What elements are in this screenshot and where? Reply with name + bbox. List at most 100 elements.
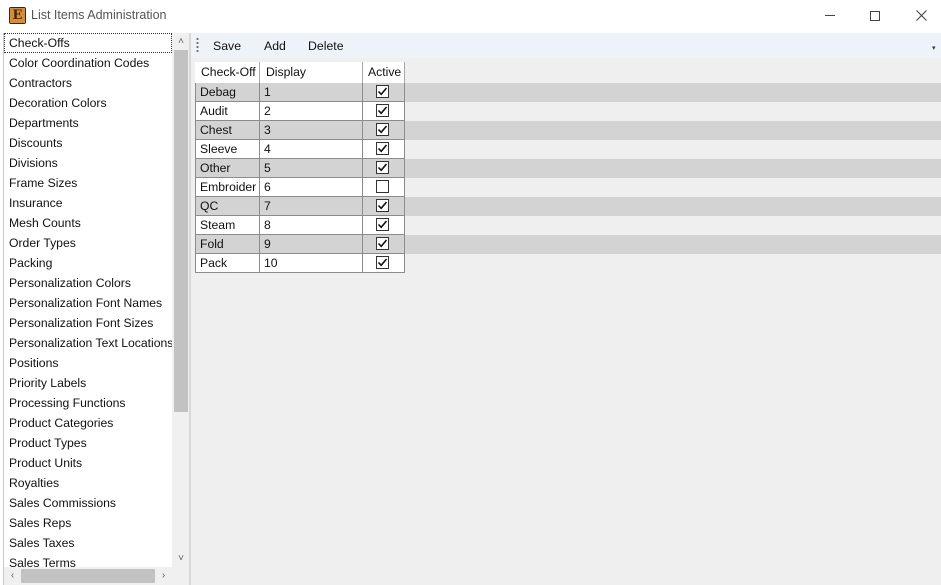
table-row[interactable]: Other 5 (195, 159, 941, 178)
list-item[interactable]: Divisions (4, 153, 172, 173)
table-row[interactable]: Chest 3 (195, 121, 941, 140)
list-item[interactable]: Personalization Colors (4, 273, 172, 293)
active-checkbox[interactable] (376, 180, 389, 193)
list-item[interactable]: Product Categories (4, 413, 172, 433)
active-checkbox[interactable] (376, 256, 389, 269)
active-cell[interactable] (363, 140, 405, 159)
list-item[interactable]: Mesh Counts (4, 213, 172, 233)
active-checkbox[interactable] (376, 218, 389, 231)
active-checkbox[interactable] (376, 104, 389, 117)
maximize-button[interactable] (852, 0, 898, 31)
list-item[interactable]: Product Units (4, 453, 172, 473)
display-sequence-cell[interactable]: 2 (260, 102, 363, 121)
check-off-cell[interactable]: Other (195, 159, 260, 178)
list-item[interactable]: Processing Functions (4, 393, 172, 413)
table-row[interactable]: Steam 8 (195, 216, 941, 235)
list-item[interactable]: Positions (4, 353, 172, 373)
check-off-cell[interactable]: Audit (195, 102, 260, 121)
display-sequence-cell[interactable]: 5 (260, 159, 363, 178)
list-item[interactable]: Discounts (4, 133, 172, 153)
table-row[interactable]: Sleeve 4 (195, 140, 941, 159)
add-button[interactable]: Add (261, 37, 289, 55)
active-cell[interactable] (363, 197, 405, 216)
column-header-display-sequence[interactable]: Display Sequence (260, 62, 363, 99)
active-checkbox[interactable] (376, 161, 389, 174)
scroll-right-icon[interactable]: › (155, 567, 172, 585)
display-sequence-cell[interactable]: 8 (260, 216, 363, 235)
active-checkbox[interactable] (376, 85, 389, 98)
active-cell[interactable] (363, 216, 405, 235)
table-row[interactable]: Pack 10 (195, 254, 941, 273)
delete-button[interactable]: Delete (305, 37, 347, 55)
check-off-cell[interactable]: Debag (195, 83, 260, 102)
save-button[interactable]: Save (210, 37, 244, 55)
display-sequence-cell[interactable]: 10 (260, 254, 363, 273)
active-cell[interactable] (363, 254, 405, 273)
display-sequence-cell[interactable]: 3 (260, 121, 363, 140)
toolbar-overflow-icon[interactable]: ▾ (932, 45, 936, 53)
column-header-active[interactable]: Active (363, 62, 405, 83)
list-item[interactable]: Sales Commissions (4, 493, 172, 513)
horizontal-scroll-thumb[interactable] (21, 569, 155, 583)
vertical-scroll-thumb[interactable] (174, 50, 188, 412)
list-item[interactable]: Royalties (4, 473, 172, 493)
table-row[interactable]: Embroider 6 (195, 178, 941, 197)
check-off-cell[interactable]: Steam (195, 216, 260, 235)
list-item[interactable]: Sales Reps (4, 513, 172, 533)
list-item[interactable]: Personalization Font Sizes (4, 313, 172, 333)
check-off-cell[interactable]: Pack (195, 254, 260, 273)
active-checkbox[interactable] (376, 142, 389, 155)
active-cell[interactable] (363, 178, 405, 197)
active-cell[interactable] (363, 159, 405, 178)
row-filler (405, 102, 941, 121)
check-off-cell[interactable]: Embroider (195, 178, 260, 197)
list-item[interactable]: Departments (4, 113, 172, 133)
check-off-cell[interactable]: QC (195, 197, 260, 216)
list-item[interactable]: Insurance (4, 193, 172, 213)
check-off-cell[interactable]: Chest (195, 121, 260, 140)
table-row[interactable]: Audit 2 (195, 102, 941, 121)
list-item[interactable]: Packing (4, 253, 172, 273)
list-item[interactable]: Personalization Text Locations (4, 333, 172, 353)
toolbar-grip-icon[interactable] (196, 37, 199, 54)
column-header-check-off[interactable]: Check-Off (195, 62, 260, 83)
list-item[interactable]: Frame Sizes (4, 173, 172, 193)
list-item[interactable]: Sales Taxes (4, 533, 172, 553)
row-filler (405, 121, 941, 140)
list-item[interactable]: Contractors (4, 73, 172, 93)
details-panel: Save Add Delete ▾ Check-Off Display Sequ… (191, 33, 941, 585)
list-item[interactable]: Priority Labels (4, 373, 172, 393)
check-off-cell[interactable]: Fold (195, 235, 260, 254)
active-checkbox[interactable] (376, 123, 389, 136)
display-sequence-cell[interactable]: 9 (260, 235, 363, 254)
active-cell[interactable] (363, 83, 405, 102)
scroll-down-icon[interactable]: ˅ (172, 550, 190, 567)
list-item[interactable]: Color Coordination Codes (4, 53, 172, 73)
active-cell[interactable] (363, 121, 405, 140)
list-item[interactable]: Personalization Font Names (4, 293, 172, 313)
display-sequence-cell[interactable]: 7 (260, 197, 363, 216)
table-row[interactable]: Fold 9 (195, 235, 941, 254)
minimize-button[interactable] (807, 0, 853, 31)
table-row[interactable]: Debag 1 (195, 83, 941, 102)
close-button[interactable] (898, 0, 941, 31)
list-item[interactable]: Decoration Colors (4, 93, 172, 113)
list-item[interactable]: Product Types (4, 433, 172, 453)
horizontal-scrollbar[interactable]: ‹ › (4, 567, 172, 585)
display-sequence-cell[interactable]: 4 (260, 140, 363, 159)
active-cell[interactable] (363, 102, 405, 121)
scroll-left-icon[interactable]: ‹ (4, 567, 21, 585)
list-item[interactable]: Order Types (4, 233, 172, 253)
list-item[interactable]: Sales Terms (4, 553, 172, 567)
list-item[interactable]: Check-Offs (4, 33, 172, 53)
display-sequence-cell[interactable]: 6 (260, 178, 363, 197)
active-checkbox[interactable] (376, 199, 389, 212)
display-sequence-cell[interactable]: 1 (260, 83, 363, 102)
check-off-cell[interactable]: Sleeve (195, 140, 260, 159)
list-type-list[interactable]: Check-Offs Color Coordination Codes Contra… (4, 33, 172, 567)
table-row[interactable]: QC 7 (195, 197, 941, 216)
vertical-scrollbar[interactable]: ˄ ˅ (172, 33, 190, 567)
scroll-up-icon[interactable]: ˄ (172, 33, 190, 50)
active-checkbox[interactable] (376, 237, 389, 250)
active-cell[interactable] (363, 235, 405, 254)
